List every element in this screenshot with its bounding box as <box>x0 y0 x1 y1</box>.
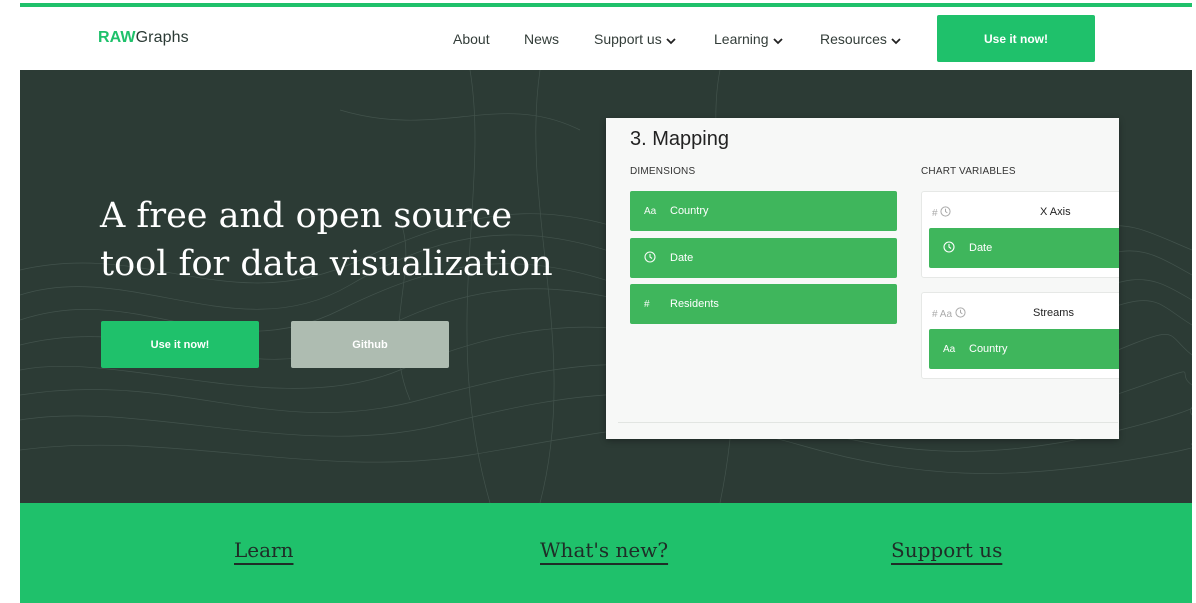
chevron-down-icon <box>666 32 676 48</box>
nav-news[interactable]: News <box>524 31 559 47</box>
learn-link[interactable]: Learn <box>234 538 293 562</box>
divider <box>618 422 1118 423</box>
logo[interactable]: RAWGraphs <box>98 29 189 47</box>
hero: A free and open source tool for data vis… <box>20 70 1192 503</box>
nav-news-label: News <box>524 31 560 47</box>
mapped-label: Date <box>969 242 993 254</box>
mapping-title: 3. Mapping <box>630 128 729 150</box>
nav-use-it-now-button[interactable]: Use it now! <box>937 15 1095 62</box>
mapped-chip-country[interactable]: Aa Country <box>929 329 1119 369</box>
variable-card-streams: # Aa Streams Aa Country <box>921 292 1119 379</box>
nav-support-us[interactable]: Support us <box>594 31 676 48</box>
whats-new-link[interactable]: What's new? <box>540 538 668 562</box>
dimension-label: Date <box>670 252 694 264</box>
clock-icon <box>943 240 969 256</box>
mapped-chip-date[interactable]: Date <box>929 228 1119 268</box>
nav-support-label: Support us <box>594 31 662 47</box>
chevron-down-icon <box>891 32 901 48</box>
accepted-types: # Aa <box>932 307 966 320</box>
dimension-label: Residents <box>670 298 719 310</box>
nav-about[interactable]: About <box>453 31 490 47</box>
nav-resources[interactable]: Resources <box>820 31 901 48</box>
use-it-now-button[interactable]: Use it now! <box>101 321 259 368</box>
dimension-chip-residents[interactable]: # Residents <box>630 284 897 324</box>
nav-learning[interactable]: Learning <box>714 31 783 48</box>
clock-icon <box>644 250 670 266</box>
variable-name: Streams <box>1033 307 1074 319</box>
nav-resources-label: Resources <box>820 31 887 47</box>
hero-title: A free and open source tool for data vis… <box>100 196 553 284</box>
text-type-icon: Aa <box>943 343 956 355</box>
logo-graphs: Graphs <box>135 29 189 46</box>
logo-raw: RAW <box>98 29 136 46</box>
nav-about-label: About <box>453 31 490 47</box>
accepted-types: # <box>932 206 951 219</box>
page: RAWGraphs About News Support us Learning… <box>20 0 1192 603</box>
text-type-icon: Aa <box>644 205 657 217</box>
link-band: Learn What's new? Support us <box>20 503 1192 603</box>
number-type-icon: # <box>644 298 650 310</box>
github-button[interactable]: Github <box>291 321 449 368</box>
variable-name: X Axis <box>1040 206 1071 218</box>
variable-card-x-axis: # X Axis Date <box>921 191 1119 278</box>
dimension-label: Country <box>670 205 709 217</box>
mapping-preview-panel: 3. Mapping DIMENSIONS CHART VARIABLES Aa… <box>606 118 1119 439</box>
nav-learning-label: Learning <box>714 31 769 47</box>
navbar: RAWGraphs About News Support us Learning… <box>20 7 1192 70</box>
chart-variables-label: CHART VARIABLES <box>921 166 1016 177</box>
dimensions-label: DIMENSIONS <box>630 166 696 177</box>
dimension-chip-country[interactable]: Aa Country <box>630 191 897 231</box>
support-us-link[interactable]: Support us <box>891 538 1002 562</box>
dimension-chip-date[interactable]: Date <box>630 238 897 278</box>
mapped-label: Country <box>969 343 1008 355</box>
chevron-down-icon <box>772 32 783 48</box>
